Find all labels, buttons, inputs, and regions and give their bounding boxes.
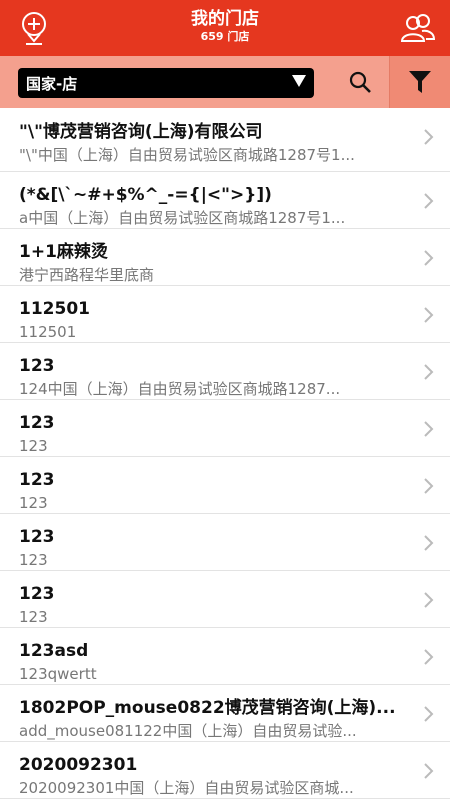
- store-address: 123: [19, 608, 48, 626]
- store-name: 123: [19, 356, 55, 376]
- list-item[interactable]: 1+1麻辣烫 港宁西路程华里底商: [0, 229, 450, 286]
- list-item[interactable]: 123asd 123qwertt: [0, 628, 450, 685]
- store-address: 112501: [19, 323, 77, 341]
- store-address: 123qwertt: [19, 665, 97, 683]
- list-item[interactable]: 123 124中国（上海）自由贸易试验区商城路1287...: [0, 343, 450, 400]
- chevron-right-icon: [424, 592, 434, 608]
- filter-button[interactable]: [390, 56, 450, 108]
- funnel-icon: [409, 71, 431, 93]
- search-icon: [349, 71, 371, 93]
- store-name: (*&[\`~#+$%^_-={|<">}]): [19, 185, 272, 205]
- chevron-right-icon: [424, 250, 434, 266]
- list-item[interactable]: (*&[\`~#+$%^_-={|<">}]) a中国（上海）自由贸易试验区商城…: [0, 172, 450, 229]
- header-title-group: 我的门店 659 门店: [0, 8, 450, 44]
- chevron-right-icon: [424, 364, 434, 380]
- store-name: 123: [19, 527, 55, 547]
- chevron-right-icon: [424, 307, 434, 323]
- store-name: 2020092301: [19, 755, 138, 775]
- list-item[interactable]: 123 123: [0, 514, 450, 571]
- store-address: 124中国（上海）自由贸易试验区商城路1287...: [19, 380, 341, 398]
- store-address: 港宁西路程华里底商: [19, 266, 155, 284]
- list-item[interactable]: 123 123: [0, 457, 450, 514]
- store-address: add_mouse081122中国（上海）自由贸易试验...: [19, 722, 357, 740]
- chevron-right-icon: [424, 421, 434, 437]
- chevron-right-icon: [424, 535, 434, 551]
- chevron-right-icon: [424, 763, 434, 779]
- chevron-right-icon: [424, 649, 434, 665]
- list-item[interactable]: 123 123: [0, 571, 450, 628]
- store-address: a中国（上海）自由贸易试验区商城路1287号1...: [19, 209, 346, 227]
- store-name: 1+1麻辣烫: [19, 242, 108, 262]
- store-name: 123: [19, 584, 55, 604]
- filter-bar: 国家-店: [0, 56, 450, 108]
- store-name: 1802POP_mouse0822博茂营销咨询(上海)...: [19, 698, 396, 718]
- list-item[interactable]: 112501 112501: [0, 286, 450, 343]
- page-title: 我的门店: [191, 9, 259, 29]
- store-name: "\"博茂营销咨询(上海)有限公司: [19, 122, 263, 142]
- list-item[interactable]: 2020092301 2020092301中国（上海）自由贸易试验区商城...: [0, 742, 450, 799]
- store-address: 123: [19, 551, 48, 569]
- app-header: 我的门店 659 门店: [0, 0, 450, 56]
- list-item[interactable]: "\"博茂营销咨询(上海)有限公司 "\"中国（上海）自由贸易试验区商城路128…: [0, 108, 450, 172]
- store-name: 123asd: [19, 641, 89, 661]
- store-name: 112501: [19, 299, 90, 319]
- search-button[interactable]: [330, 56, 390, 108]
- store-list: "\"博茂营销咨询(上海)有限公司 "\"中国（上海）自由贸易试验区商城路128…: [0, 108, 450, 799]
- list-item[interactable]: 123 123: [0, 400, 450, 457]
- store-address: 123: [19, 437, 48, 455]
- store-count: 659 门店: [200, 30, 250, 43]
- dropdown-arrow-icon: [292, 75, 306, 87]
- chevron-right-icon: [424, 129, 434, 145]
- store-name: 123: [19, 470, 55, 490]
- store-address: 123: [19, 494, 48, 512]
- store-address: 2020092301中国（上海）自由贸易试验区商城...: [19, 779, 354, 797]
- chevron-right-icon: [424, 193, 434, 209]
- region-select-value: 国家-店: [26, 74, 78, 93]
- list-item[interactable]: 1802POP_mouse0822博茂营销咨询(上海)... add_mouse…: [0, 685, 450, 742]
- region-select[interactable]: 国家-店: [18, 68, 314, 98]
- store-address: "\"中国（上海）自由贸易试验区商城路1287号1...: [19, 146, 355, 164]
- chevron-right-icon: [424, 706, 434, 722]
- store-name: 123: [19, 413, 55, 433]
- chevron-right-icon: [424, 478, 434, 494]
- people-icon[interactable]: [398, 8, 438, 48]
